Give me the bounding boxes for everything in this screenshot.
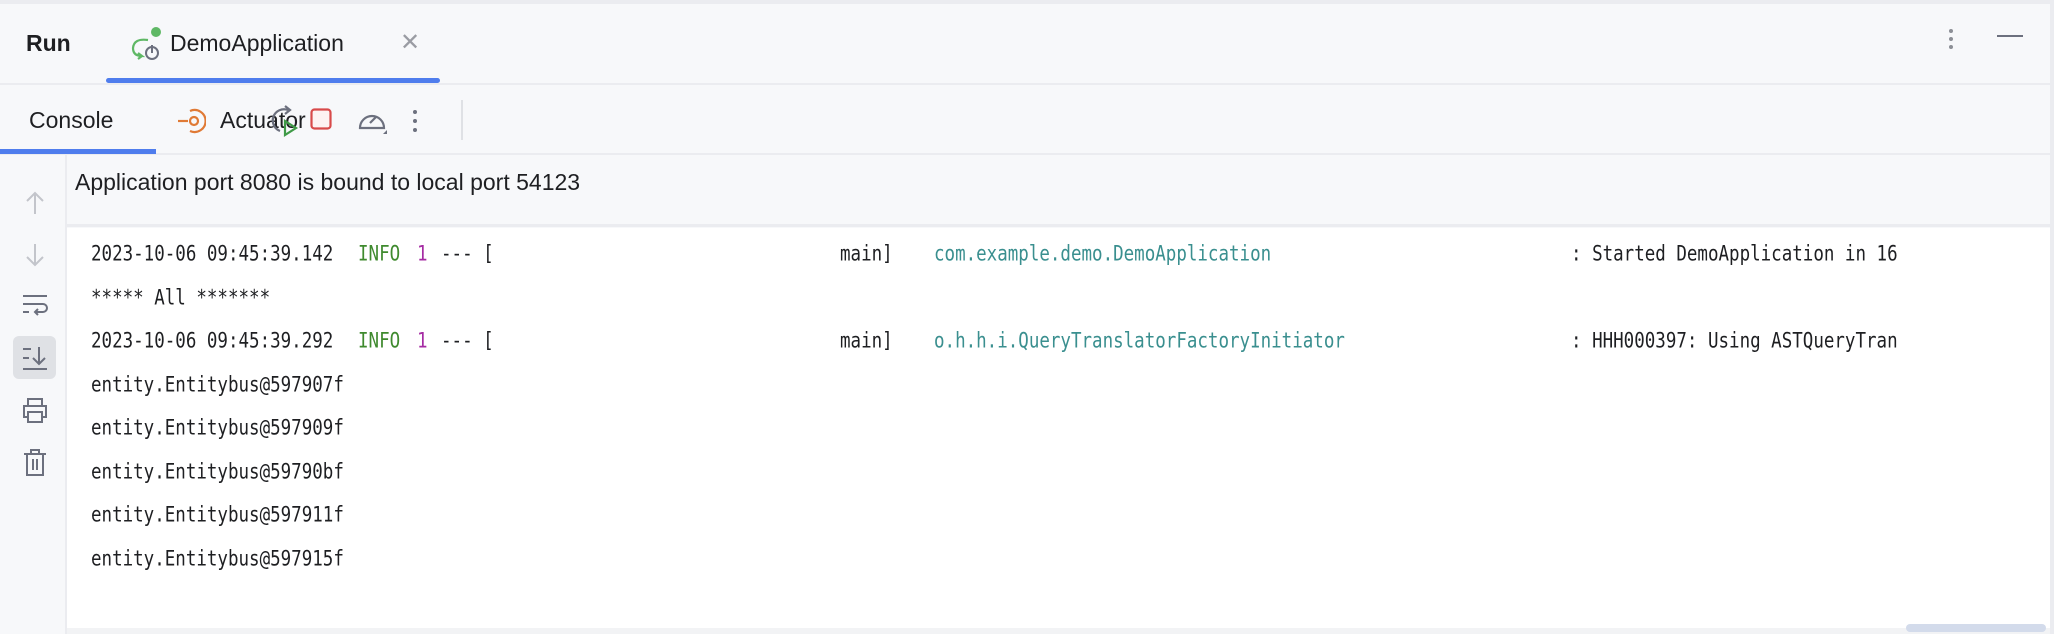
actuator-icon[interactable] xyxy=(176,106,206,136)
log-line: entity.Entitybus@597909f xyxy=(91,416,344,441)
trash-icon xyxy=(23,448,46,476)
scroll-to-end-icon xyxy=(22,346,47,370)
log-level: INFO xyxy=(358,242,401,267)
console-output[interactable]: 2023-10-06 09:45:39.142 INFO 1 --- [ mai… xyxy=(67,228,2052,628)
soft-wrap-button[interactable] xyxy=(13,283,56,326)
rerun-icon[interactable] xyxy=(268,104,302,138)
banner-text: Application port 8080 is bound to local … xyxy=(75,169,581,195)
log-pid: 1 xyxy=(417,242,428,267)
toolbar-more-icon[interactable] xyxy=(409,108,421,134)
minimize-icon[interactable] xyxy=(1997,35,2023,37)
log-separator: --- [ xyxy=(441,329,494,354)
log-line: entity.Entitybus@597915f xyxy=(91,547,344,572)
print-button[interactable] xyxy=(13,388,56,431)
log-line: entity.Entitybus@597911f xyxy=(91,503,344,528)
toolbar-separator xyxy=(461,100,463,140)
horizontal-scrollbar-track xyxy=(67,628,2052,634)
print-icon xyxy=(22,397,47,423)
log-logger[interactable]: com.example.demo.DemoApplication xyxy=(934,242,1271,266)
tab-label: DemoApplication xyxy=(170,30,344,56)
arrow-down-icon xyxy=(25,243,44,266)
arrow-up-icon xyxy=(25,191,44,214)
log-thread: main] xyxy=(840,242,893,267)
log-separator: --- [ xyxy=(441,242,494,267)
spring-boot-run-icon xyxy=(131,27,161,60)
log-timestamp: 2023-10-06 09:45:39.292 xyxy=(91,329,334,354)
run-title: Run xyxy=(26,30,71,56)
log-message: : Started DemoApplication in 16 xyxy=(1571,242,1898,267)
more-options-icon[interactable] xyxy=(1945,28,1957,50)
soft-wrap-icon xyxy=(22,294,48,316)
log-line: 2023-10-06 09:45:39.142 INFO 1 --- [ mai… xyxy=(91,242,1898,279)
close-tab-icon[interactable]: ✕ xyxy=(400,28,420,57)
console-toolbar xyxy=(0,87,2054,155)
log-line: 2023-10-06 09:45:39.292 INFO 1 --- [ mai… xyxy=(91,329,1898,366)
log-logger[interactable]: o.h.h.i.QueryTranslatorFactoryInitiator xyxy=(934,329,1345,353)
log-line: entity.Entitybus@597907f xyxy=(91,373,344,398)
active-tab-indicator xyxy=(106,78,440,83)
log-line: ***** All ******* xyxy=(91,286,271,311)
log-level: INFO xyxy=(358,329,401,354)
log-message: : HHH000397: Using ASTQueryTran xyxy=(1571,329,1898,354)
log-pid: 1 xyxy=(417,329,428,354)
stop-icon[interactable] xyxy=(310,108,332,130)
performance-gauge-icon[interactable] xyxy=(356,104,388,136)
scroll-down-button[interactable] xyxy=(13,233,56,276)
scroll-up-button[interactable] xyxy=(13,181,56,224)
log-thread: main] xyxy=(840,329,893,354)
port-binding-banner: Application port 8080 is bound to local … xyxy=(67,155,2052,227)
horizontal-scrollbar-thumb[interactable] xyxy=(1906,624,2046,632)
scroll-to-end-button[interactable] xyxy=(13,336,56,379)
tab-console[interactable]: Console xyxy=(29,107,113,134)
console-tab-indicator xyxy=(0,149,156,154)
log-line: entity.Entitybus@59790bf xyxy=(91,460,344,485)
console-sidebar xyxy=(0,155,67,634)
clear-all-button[interactable] xyxy=(13,440,56,483)
right-border xyxy=(2050,0,2054,634)
log-timestamp: 2023-10-06 09:45:39.142 xyxy=(91,242,334,267)
